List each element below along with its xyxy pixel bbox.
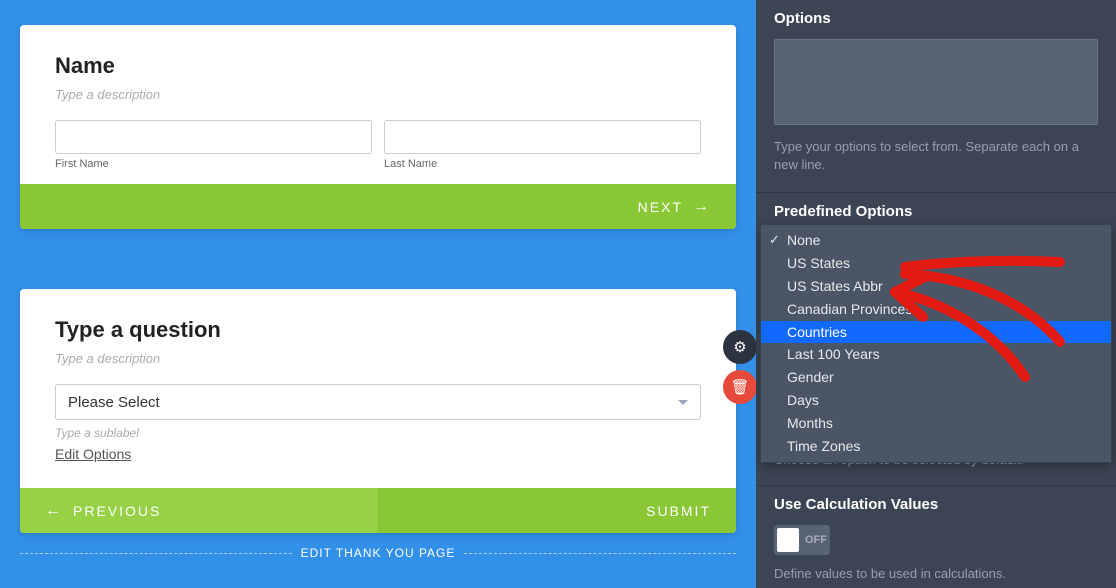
arrow-left-icon: ← xyxy=(45,502,63,520)
predefined-option-item[interactable]: Last 100 Years xyxy=(761,343,1111,366)
form-card-name: Name Type a description First Name Last … xyxy=(20,25,736,229)
options-textarea[interactable] xyxy=(774,39,1098,125)
options-hint: Type your options to select from. Separa… xyxy=(774,138,1098,174)
question-title: Name xyxy=(55,53,701,79)
trash-icon: 🗑 xyxy=(730,378,749,396)
predefined-options-dropdown: NoneUS StatesUS States AbbrCanadian Prov… xyxy=(760,224,1112,463)
toggle-knob xyxy=(777,528,799,552)
submit-button[interactable]: SUBMIT xyxy=(378,488,736,533)
properties-sidebar: Options Type your options to select from… xyxy=(756,0,1116,588)
previous-button[interactable]: ← PREVIOUS xyxy=(20,488,378,533)
last-name-input[interactable] xyxy=(384,120,701,154)
previous-label: PREVIOUS xyxy=(73,503,161,519)
calc-values-heading: Use Calculation Values xyxy=(774,496,1098,513)
question-description: Type a description xyxy=(55,87,701,102)
options-heading: Options xyxy=(774,10,1098,27)
dropdown-select[interactable]: Please Select xyxy=(55,384,701,420)
next-label: NEXT xyxy=(638,199,683,215)
last-name-sublabel: Last Name xyxy=(384,158,701,170)
predefined-option-item[interactable]: Gender xyxy=(761,366,1111,389)
field-delete-button[interactable]: 🗑 xyxy=(723,370,757,404)
predefined-option-item[interactable]: US States xyxy=(761,252,1111,275)
edit-thank-you-page-link[interactable]: EDIT THANK YOU PAGE xyxy=(20,536,736,570)
calc-values-toggle[interactable]: OFF xyxy=(774,525,830,555)
arrow-right-icon: → xyxy=(693,198,711,216)
predefined-option-item[interactable]: Months xyxy=(761,412,1111,435)
submit-label: SUBMIT xyxy=(646,503,711,519)
dropdown-placeholder: Please Select xyxy=(68,394,160,411)
predefined-option-item[interactable]: None xyxy=(761,229,1111,252)
first-name-input[interactable] xyxy=(55,120,372,154)
field-settings-button[interactable]: ⚙ xyxy=(723,330,757,364)
predefined-options-heading: Predefined Options xyxy=(774,203,1098,220)
predefined-option-item[interactable]: Time Zones xyxy=(761,435,1111,458)
dropdown-sublabel[interactable]: Type a sublabel xyxy=(55,426,701,440)
predefined-option-item[interactable]: Canadian Provinces xyxy=(761,298,1111,321)
edit-options-link[interactable]: Edit Options xyxy=(55,446,131,462)
calc-values-hint: Define values to be used in calculations… xyxy=(774,565,1098,583)
next-button[interactable]: NEXT → xyxy=(20,184,736,229)
question-description[interactable]: Type a description xyxy=(55,351,701,366)
toggle-state-label: OFF xyxy=(805,534,827,546)
chevron-down-icon xyxy=(678,400,688,405)
question-title[interactable]: Type a question xyxy=(55,317,701,343)
gear-icon: ⚙ xyxy=(733,338,746,356)
first-name-sublabel: First Name xyxy=(55,158,372,170)
predefined-option-item[interactable]: US States Abbr xyxy=(761,275,1111,298)
predefined-option-item[interactable]: Countries xyxy=(761,321,1111,344)
form-card-dropdown: Type a question Type a description Pleas… xyxy=(20,289,736,533)
predefined-option-item[interactable]: Days xyxy=(761,389,1111,412)
